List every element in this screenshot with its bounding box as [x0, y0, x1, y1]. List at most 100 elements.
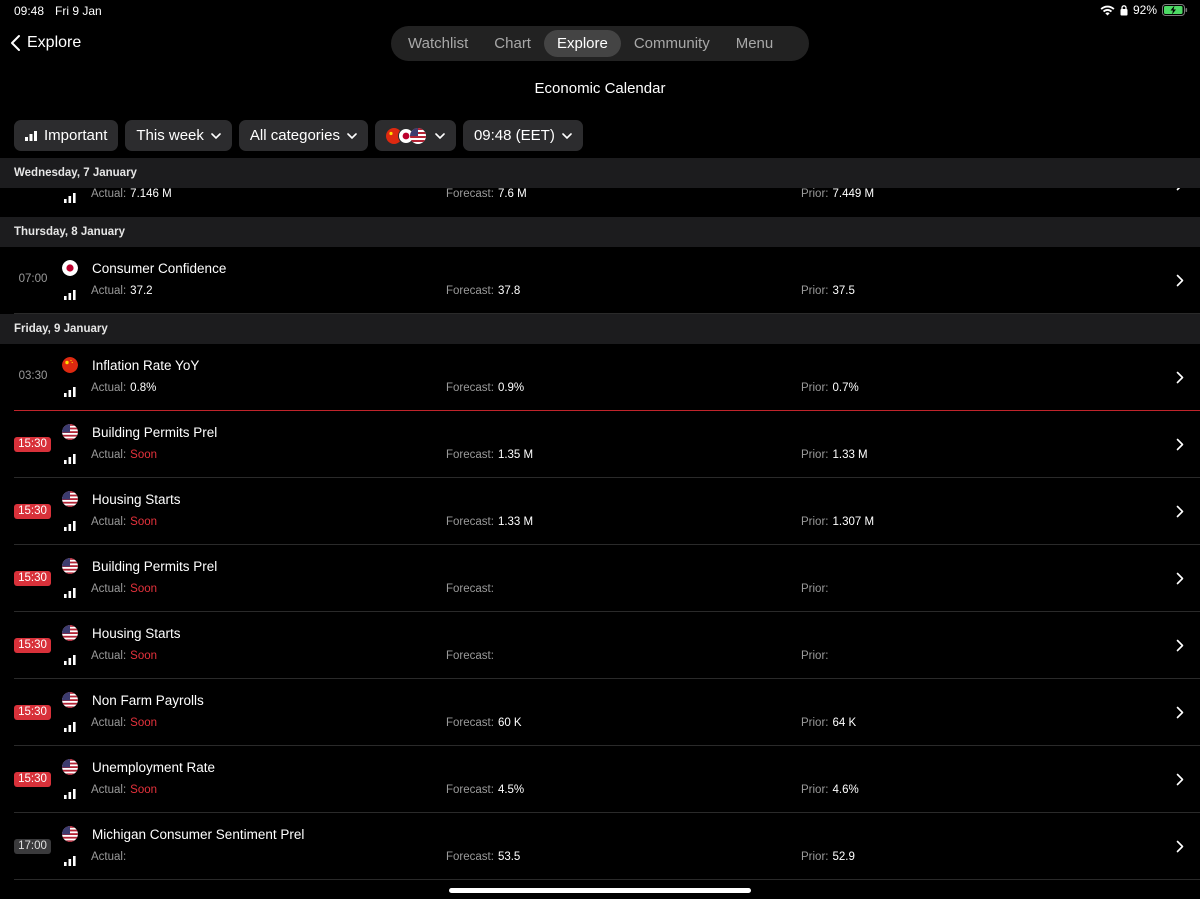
- event-prior-value: Prior: 4.6%: [801, 784, 859, 796]
- event-prior-number: 37.5: [832, 285, 855, 297]
- battery-charging-icon: [1162, 4, 1188, 16]
- tab-community[interactable]: Community: [621, 30, 723, 57]
- usa-flag-icon: [62, 759, 78, 775]
- period-filter-label: This week: [136, 127, 204, 144]
- timezone-filter-label: 09:48 (EET): [473, 127, 555, 144]
- page-title: Economic Calendar: [534, 80, 666, 97]
- event-actual-number: 37.2: [130, 285, 153, 297]
- event-actual-label: Actual:: [91, 382, 127, 394]
- event-forecast-label: Forecast:: [446, 449, 494, 461]
- importance-bars-icon: [64, 518, 76, 531]
- calendar-event-row[interactable]: 15:30 Building Permits Prel Actual: Soon For…: [0, 410, 1200, 478]
- countries-filter-button[interactable]: [374, 120, 456, 151]
- event-actual-value: Actual: Soon: [91, 449, 157, 461]
- categories-filter-button[interactable]: All categories: [238, 120, 368, 151]
- calendar-event-row[interactable]: 15:30 Housing Starts Actual: Soon Forecast: P…: [0, 612, 1200, 679]
- home-indicator[interactable]: [449, 888, 751, 893]
- importance-bars-icon: [64, 853, 76, 866]
- event-prior-label: Prior:: [801, 516, 829, 528]
- event-forecast-number: 53.5: [497, 851, 521, 863]
- event-actual-label: Actual:: [91, 449, 127, 461]
- event-title: Inflation Rate YoY: [92, 358, 200, 373]
- event-prior-value: Prior: 1.307 M: [801, 516, 874, 528]
- event-prior-label: Prior:: [801, 851, 829, 863]
- tab-watchlist[interactable]: Watchlist: [395, 30, 481, 57]
- event-forecast-number: 1.35 M: [497, 449, 534, 461]
- event-prior-number: 4.6%: [832, 784, 859, 796]
- event-actual-label: Actual:: [91, 717, 127, 729]
- calendar-event-row[interactable]: 17:00 Michigan Consumer Sentiment Prel Act…: [0, 813, 1200, 880]
- main-tab-bar: Watchlist Chart Explore Community Menu: [391, 26, 809, 61]
- status-bar: 09:48 Fri 9 Jan 92%: [0, 0, 1200, 22]
- event-actual-value: Actual: 37.2: [91, 285, 153, 297]
- event-forecast-number: 4.5%: [497, 784, 525, 796]
- chevron-right-icon: [1176, 773, 1184, 786]
- calendar-event-row[interactable]: 03:30 Inflation Rate YoY Actual: 0.8% Foreca…: [0, 344, 1200, 411]
- chevron-right-icon: [1176, 840, 1184, 853]
- event-actual-value: Actual:: [91, 851, 130, 863]
- chevron-right-icon: [1176, 371, 1184, 384]
- event-forecast-label: Forecast:: [446, 851, 494, 863]
- calendar-event-row[interactable]: Actual: 7.146 M Forecast: 7.6 M Prior: 7.449 …: [0, 188, 1200, 217]
- tab-menu[interactable]: Menu: [723, 30, 787, 57]
- event-actual-label: Actual:: [91, 516, 127, 528]
- usa-flag-icon: [62, 625, 78, 641]
- chevron-left-icon: [11, 35, 20, 51]
- event-forecast-number: 1.33 M: [497, 516, 534, 528]
- importance-bars-icon: [64, 652, 76, 665]
- status-right: 92%: [1100, 3, 1188, 17]
- event-actual-number: Soon: [130, 583, 158, 595]
- event-actual-label: Actual:: [91, 851, 127, 863]
- event-title: Unemployment Rate: [92, 760, 216, 775]
- event-actual-value: Actual: Soon: [91, 583, 157, 595]
- event-forecast-value: Forecast: 4.5%: [446, 784, 524, 796]
- event-forecast-label: Forecast:: [446, 583, 494, 595]
- event-prior-number: 7.449 M: [832, 188, 875, 200]
- tab-explore[interactable]: Explore: [543, 30, 621, 57]
- back-button[interactable]: Explore: [10, 31, 81, 55]
- event-prior-number: 1.33 M: [832, 449, 868, 461]
- chevron-down-icon: [211, 132, 221, 139]
- calendar-event-row[interactable]: 15:30 Unemployment Rate Actual: Soon Forecas…: [0, 746, 1200, 813]
- chevron-right-icon: [1176, 188, 1184, 191]
- event-forecast-number: 60 K: [497, 717, 522, 729]
- event-forecast-label: Forecast:: [446, 784, 494, 796]
- event-actual-number: Soon: [130, 784, 158, 796]
- orientation-lock-icon: [1120, 4, 1128, 16]
- event-prior-value: Prior:: [801, 650, 832, 662]
- event-forecast-value: Forecast: 1.35 M: [446, 449, 533, 461]
- event-prior-label: Prior:: [801, 583, 829, 595]
- event-forecast-label: Forecast:: [446, 717, 494, 729]
- event-prior-value: Prior: 1.33 M: [801, 449, 868, 461]
- calendar-event-row[interactable]: 15:30 Building Permits Prel Actual: Soon For…: [0, 545, 1200, 612]
- event-actual-number: 0.8%: [130, 382, 157, 394]
- economic-calendar-list[interactable]: Wednesday, 7 January Actual: 7.146 M Foreca…: [0, 158, 1200, 880]
- event-forecast-label: Forecast:: [446, 188, 494, 200]
- event-actual-value: Actual: Soon: [91, 717, 157, 729]
- importance-bars-icon: [64, 451, 76, 464]
- country-flags-stack-icon: [385, 127, 428, 144]
- event-forecast-value: Forecast: 60 K: [446, 717, 522, 729]
- usa-flag-icon: [62, 424, 78, 440]
- event-prior-value: Prior: 52.9: [801, 851, 855, 863]
- event-title: Michigan Consumer Sentiment Prel: [92, 827, 305, 842]
- importance-filter-button[interactable]: Important: [14, 120, 119, 151]
- event-prior-label: Prior:: [801, 382, 829, 394]
- event-title: Consumer Confidence: [92, 261, 227, 276]
- calendar-event-row[interactable]: 15:30 Non Farm Payrolls Actual: Soon Forecas…: [0, 679, 1200, 746]
- event-prior-number: 1.307 M: [832, 516, 875, 528]
- timezone-filter-button[interactable]: 09:48 (EET): [462, 120, 583, 151]
- event-title: Housing Starts: [92, 492, 181, 507]
- categories-filter-label: All categories: [249, 127, 340, 144]
- calendar-event-row[interactable]: 07:00 Consumer Confidence Actual: 37.2 Forec…: [0, 247, 1200, 314]
- event-time: 07:00: [18, 273, 48, 285]
- calendar-event-row[interactable]: 15:30 Housing Starts Actual: Soon Forecast: 1…: [0, 478, 1200, 545]
- chevron-right-icon: [1176, 706, 1184, 719]
- tab-chart[interactable]: Chart: [481, 30, 544, 57]
- event-prior-value: Prior: 37.5: [801, 285, 855, 297]
- usa-flag-icon: [62, 558, 78, 574]
- period-filter-button[interactable]: This week: [125, 120, 232, 151]
- usa-flag-icon: [62, 491, 78, 507]
- event-actual-number: Soon: [130, 516, 158, 528]
- chevron-right-icon: [1176, 274, 1184, 287]
